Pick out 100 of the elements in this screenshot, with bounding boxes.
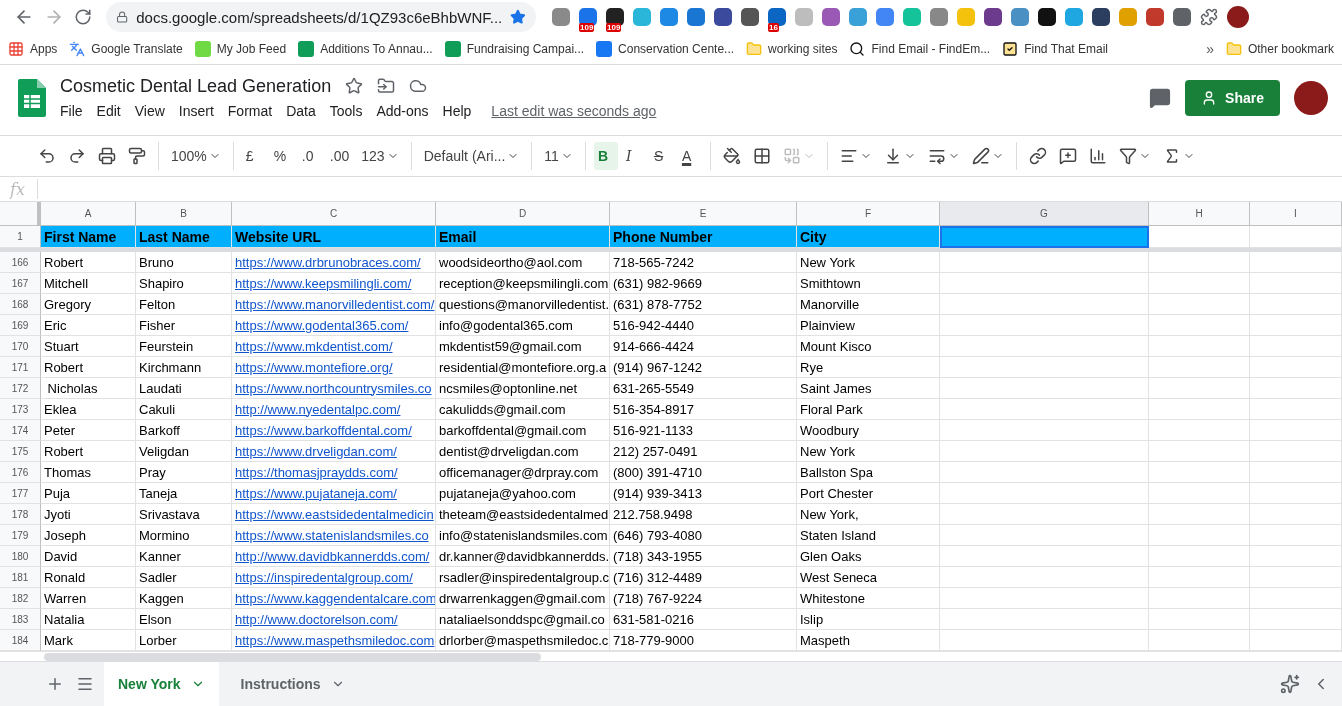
row-number[interactable]: 171	[0, 357, 41, 378]
row-number[interactable]: 172	[0, 378, 41, 399]
bookmark-link[interactable]: working sites	[746, 41, 838, 57]
format-button[interactable]: %	[269, 142, 294, 170]
url-link[interactable]: https://www.kaggendentalcare.com	[235, 590, 435, 606]
column-header[interactable]: A	[41, 202, 136, 226]
row-number[interactable]: 173	[0, 399, 41, 420]
bookmark-link[interactable]: Apps	[8, 41, 58, 57]
menu-item[interactable]: Insert	[172, 100, 220, 121]
document-title[interactable]: Cosmetic Dental Lead Generation	[60, 75, 332, 97]
menu-item[interactable]: Edit	[90, 100, 127, 121]
column-header[interactable]: C	[232, 202, 436, 226]
column-header[interactable]: F	[797, 202, 940, 226]
url-link[interactable]: https://www.montefiore.org/	[235, 359, 393, 375]
url-link[interactable]: http://www.davidbkannerdds.com/	[235, 548, 430, 564]
url-link[interactable]: http://www.doctorelson.com/	[235, 611, 398, 627]
url-link[interactable]: https://www.maspethsmiledoc.com	[235, 632, 435, 648]
url-link[interactable]: https://www.pujataneja.com/	[235, 485, 397, 501]
share-button[interactable]: Share	[1185, 80, 1280, 116]
extension-icon[interactable]	[714, 8, 732, 26]
column-header[interactable]: D	[436, 202, 610, 226]
column-header[interactable]: B	[136, 202, 232, 226]
url-link[interactable]: https://www.statenislandsmiles.co	[235, 527, 429, 543]
bookmark-link[interactable]: My Job Feed	[194, 41, 287, 57]
bookmark-link[interactable]: Find Email - FindEm...	[849, 41, 991, 57]
menu-item[interactable]: Data	[280, 100, 322, 121]
url-link[interactable]: https://www.manorvilledentist.com/	[235, 296, 435, 312]
url-link[interactable]: https://www.mkdentist.com/	[235, 338, 393, 354]
extension-icon[interactable]	[606, 8, 624, 26]
url-link[interactable]: https://www.drbrunobraces.com/	[235, 254, 421, 270]
dropdown-button[interactable]: 11	[540, 142, 577, 170]
menu-item[interactable]: Add-ons	[370, 100, 435, 121]
url-link[interactable]: https://thomasjpraydds.com/	[235, 464, 398, 480]
menu-item[interactable]: View	[128, 100, 171, 121]
row-number[interactable]: 176	[0, 462, 41, 483]
bold-button[interactable]: B	[593, 142, 618, 170]
row-number[interactable]: 168	[0, 294, 41, 315]
row-number[interactable]: 182	[0, 588, 41, 609]
row-number[interactable]: 183	[0, 609, 41, 630]
column-header[interactable]: H	[1149, 202, 1250, 226]
bookmark-link[interactable]: Fundraising Campai...	[444, 41, 585, 57]
url-link[interactable]: http://www.nyedentalpc.com/	[235, 401, 401, 417]
italic-button[interactable]: I	[621, 142, 646, 170]
url-link[interactable]: https://www.drveligdan.com/	[235, 443, 397, 459]
comments-icon[interactable]	[1149, 87, 1172, 109]
dropdown-button[interactable]: Default (Ari...	[419, 142, 524, 170]
column-header[interactable]: I	[1250, 202, 1342, 226]
url-link[interactable]: https://www.godental365.com/	[235, 317, 409, 333]
bookmark-link[interactable]: Google Translate	[69, 41, 183, 57]
dropdown-button[interactable]: 123	[357, 142, 403, 170]
row-number[interactable]: 175	[0, 441, 41, 462]
row-number[interactable]: 181	[0, 567, 41, 588]
menu-item[interactable]: Help	[436, 100, 478, 121]
url-link[interactable]: https://www.northcountrysmiles.co	[235, 380, 432, 396]
row-number[interactable]: 179	[0, 525, 41, 546]
address-bar[interactable]: docs.google.com/spreadsheets/d/1QZ93c6eBhbWNF...	[106, 2, 536, 32]
bookmark-link[interactable]: Other bookmark	[1225, 41, 1334, 57]
bookmark-link[interactable]: Conservation Cente...	[596, 41, 735, 57]
extension-icon[interactable]	[741, 8, 759, 26]
row-number[interactable]: 184	[0, 630, 41, 651]
row-number[interactable]: 180	[0, 546, 41, 567]
url-link[interactable]: https://www.eastsidedentalmedicin	[235, 506, 434, 522]
last-edit-link[interactable]: Last edit was seconds ago	[491, 102, 657, 119]
menu-item[interactable]: File	[54, 100, 89, 121]
reload-button[interactable]	[74, 8, 92, 26]
column-header[interactable]: E	[610, 202, 797, 226]
row-number[interactable]: 174	[0, 420, 41, 441]
move-folder-icon[interactable]	[377, 77, 396, 95]
sheet-tab[interactable]: Instructions	[226, 662, 359, 706]
extensions-puzzle-icon[interactable]	[1200, 8, 1218, 26]
cloud-icon[interactable]	[409, 77, 428, 95]
explore-button[interactable]	[1278, 672, 1302, 696]
format-button[interactable]: .00	[325, 142, 354, 170]
url-link[interactable]: https://www.barkoffdental.com/	[235, 422, 412, 438]
dropdown-button[interactable]: 100%	[167, 142, 225, 170]
format-button[interactable]: £	[241, 142, 266, 170]
extension-icon[interactable]	[1092, 8, 1110, 26]
row-number[interactable]: 1	[0, 226, 41, 248]
text-color-button[interactable]: A	[677, 142, 702, 170]
menu-item[interactable]: Tools	[323, 100, 369, 121]
strikethrough-button[interactable]: S	[649, 142, 674, 170]
row-number[interactable]: 170	[0, 336, 41, 357]
more-bookmarks-button[interactable]: »	[1206, 41, 1214, 57]
profile-avatar[interactable]	[1227, 6, 1249, 28]
url-link[interactable]: https://www.keepsmilingli.com/	[235, 275, 412, 291]
star-icon[interactable]	[345, 77, 364, 95]
bookmark-link[interactable]: Additions To Annau...	[298, 41, 433, 57]
row-number[interactable]: 167	[0, 273, 41, 294]
scrollbar-thumb[interactable]	[44, 652, 541, 661]
extension-icon[interactable]	[984, 8, 1002, 26]
bookmark-link[interactable]: Find That Email	[1002, 41, 1108, 57]
sheet-tab[interactable]: New York	[104, 662, 219, 706]
row-number[interactable]: 177	[0, 483, 41, 504]
extension-icon[interactable]	[1173, 8, 1191, 26]
url-link[interactable]: https://inspiredentalgroup.com/	[235, 569, 413, 585]
column-header[interactable]: G	[940, 202, 1149, 226]
row-number[interactable]: 169	[0, 315, 41, 336]
format-button[interactable]: .0	[297, 142, 322, 170]
account-avatar[interactable]	[1294, 81, 1328, 115]
row-number[interactable]: 178	[0, 504, 41, 525]
